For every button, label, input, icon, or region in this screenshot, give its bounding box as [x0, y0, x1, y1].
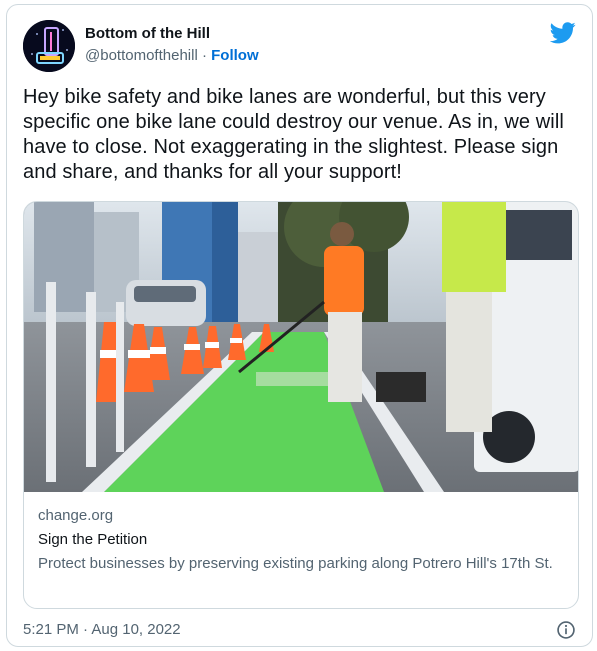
tweet-text: Hey bike safety and bike lanes are wonde…	[23, 86, 564, 183]
link-preview-card[interactable]: change.org Sign the Petition Protect bus…	[23, 201, 579, 609]
avatar-logo-icon	[23, 20, 75, 72]
handle-separator: ·	[201, 47, 207, 64]
follow-button[interactable]: Follow	[211, 47, 259, 64]
twitter-bird-icon[interactable]	[550, 22, 576, 44]
info-icon[interactable]	[556, 620, 576, 640]
link-domain: change.org	[38, 507, 114, 524]
bike-lane-photo	[24, 202, 578, 492]
author-display-name[interactable]: Bottom of the Hill	[85, 24, 259, 44]
author-block: Bottom of the Hill @bottomofthehill · Fo…	[85, 24, 259, 66]
link-preview-image[interactable]	[24, 202, 578, 492]
author-handle-row: @bottomofthehill · Follow	[85, 46, 259, 66]
link-description: Protect businesses by preserving existin…	[38, 555, 553, 572]
tweet-card: Bottom of the Hill @bottomofthehill · Fo…	[6, 4, 593, 647]
tweet-header: Bottom of the Hill @bottomofthehill · Fo…	[23, 20, 576, 74]
author-handle[interactable]: @bottomofthehill	[85, 47, 198, 64]
link-preview-meta: change.org Sign the Petition Protect bus…	[38, 506, 564, 574]
tweet-timestamp[interactable]: 5:21 PM · Aug 10, 2022	[23, 621, 181, 638]
link-title: Sign the Petition	[38, 531, 148, 548]
tweet-footer: 5:21 PM · Aug 10, 2022	[23, 619, 576, 641]
avatar[interactable]	[23, 20, 75, 72]
